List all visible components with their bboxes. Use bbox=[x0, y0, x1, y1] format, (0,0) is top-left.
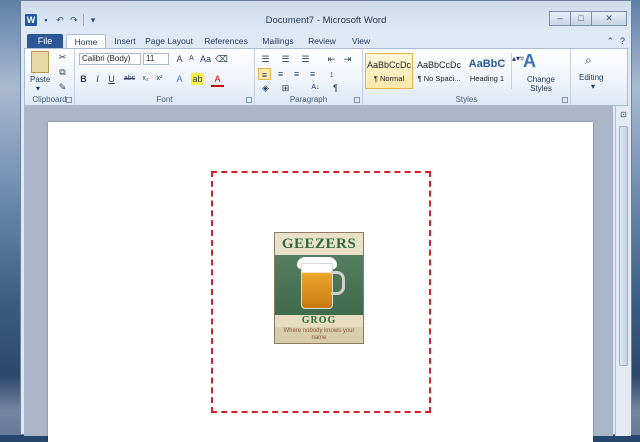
align-left-icon[interactable]: ≡ bbox=[258, 68, 271, 80]
bold-icon[interactable]: B bbox=[77, 73, 90, 85]
minimize-icon[interactable]: – bbox=[549, 11, 571, 26]
close-icon[interactable]: ✕ bbox=[591, 11, 627, 26]
clipboard-group: Paste ▾ ✂ ⧉ ✎ Clipboard bbox=[25, 49, 75, 105]
paste-dropdown-icon[interactable]: ▾ bbox=[36, 84, 40, 93]
format-painter-icon[interactable]: ✎ bbox=[56, 81, 69, 93]
sign-tagline: Where nobody knows your name bbox=[283, 328, 355, 341]
align-right-icon[interactable]: ≡ bbox=[290, 68, 303, 80]
geezers-grog-image[interactable]: GEEZERS GROG Where nobody knows your nam… bbox=[274, 232, 364, 344]
word-window: W ▪ ↶ ↷ ▾ Document7 - Microsoft Word – □… bbox=[20, 0, 632, 442]
ribbon-help-area: ⌃ ? bbox=[606, 36, 625, 47]
editing-dropdown-icon[interactable]: ▾ bbox=[591, 82, 595, 91]
style-name: ¶ No Spaci... bbox=[417, 74, 461, 83]
show-hide-icon[interactable]: ¶ bbox=[329, 82, 342, 94]
strikethrough-icon[interactable]: abc bbox=[123, 73, 136, 85]
styles-group-label: Styles bbox=[455, 95, 478, 104]
styles-launcher-icon[interactable] bbox=[562, 97, 568, 103]
tab-insert[interactable]: Insert bbox=[107, 34, 143, 49]
ribbon: Paste ▾ ✂ ⧉ ✎ Clipboard Calibri (Body) 1… bbox=[24, 48, 628, 106]
numbering-icon[interactable]: ☰ bbox=[279, 53, 292, 65]
tab-view[interactable]: View bbox=[346, 34, 376, 49]
paragraph-group: ☰ ☰ ☰ ⇤ ⇥ ≡ ≡ ≡ ≡ ↕ ◈ ⊞ A↓ ¶ Paragraph bbox=[255, 49, 363, 105]
collapse-ribbon-icon[interactable]: ⌃ bbox=[606, 36, 614, 47]
style-sample: AaBbCcDc bbox=[416, 60, 461, 70]
copy-icon[interactable]: ⧉ bbox=[56, 66, 69, 78]
sign-subtitle: GROG bbox=[275, 315, 363, 327]
binoculars-icon[interactable]: ⌕ bbox=[585, 53, 592, 68]
clear-formatting-icon[interactable]: ⌫ bbox=[215, 53, 228, 65]
tab-home[interactable]: Home bbox=[66, 34, 106, 49]
subscript-icon[interactable]: x₂ bbox=[139, 73, 152, 85]
maximize-icon[interactable]: □ bbox=[570, 11, 592, 26]
justify-icon[interactable]: ≡ bbox=[306, 68, 319, 80]
superscript-icon[interactable]: x² bbox=[153, 73, 166, 85]
vertical-scrollbar[interactable]: ⊡ bbox=[615, 106, 631, 436]
window-controls: – □ ✕ bbox=[549, 11, 627, 26]
editing-group: ⌕ Editing ▾ bbox=[571, 49, 627, 105]
style-sample: AaBbCcDc bbox=[366, 60, 411, 70]
clipboard-launcher-icon[interactable] bbox=[66, 97, 72, 103]
text-effects-icon[interactable]: A bbox=[173, 73, 186, 85]
style-name: Heading 1 bbox=[469, 74, 505, 83]
ribbon-tabs: File Home Insert Page Layout References … bbox=[21, 33, 631, 49]
paste-label[interactable]: Paste bbox=[30, 75, 50, 84]
change-case-icon[interactable]: Aa bbox=[199, 53, 212, 65]
ruler-toggle-icon[interactable]: ⊡ bbox=[619, 110, 628, 119]
document-page[interactable]: GEEZERS GROG Where nobody knows your nam… bbox=[48, 122, 593, 442]
cut-icon[interactable]: ✂ bbox=[56, 51, 69, 63]
underline-icon[interactable]: U bbox=[105, 73, 118, 85]
style-sample: AaBbC bbox=[468, 58, 506, 70]
font-group: Calibri (Body) 11 A A Aa ⌫ B I U abc x₂ … bbox=[75, 49, 255, 105]
borders-icon[interactable]: ⊞ bbox=[279, 82, 292, 94]
tab-file[interactable]: File bbox=[27, 34, 63, 49]
tab-review[interactable]: Review bbox=[304, 34, 340, 49]
increase-indent-icon[interactable]: ⇥ bbox=[341, 53, 354, 65]
italic-icon[interactable]: I bbox=[91, 73, 104, 85]
mug-handle bbox=[331, 271, 345, 295]
paragraph-launcher-icon[interactable] bbox=[354, 97, 360, 103]
scrollbar-thumb[interactable] bbox=[619, 126, 628, 366]
shrink-font-icon[interactable]: A bbox=[185, 53, 198, 65]
style-no-spacing[interactable]: AaBbCcDc ¶ No Spaci... bbox=[415, 53, 463, 89]
window-title: Document7 - Microsoft Word bbox=[265, 15, 387, 26]
align-center-icon[interactable]: ≡ bbox=[274, 68, 287, 80]
style-heading-1[interactable]: AaBbC Heading 1 bbox=[463, 53, 511, 89]
shading-icon[interactable]: ◈ bbox=[259, 82, 272, 94]
paste-icon[interactable] bbox=[31, 51, 49, 73]
style-normal[interactable]: AaBbCcDc ¶ Normal bbox=[365, 53, 413, 89]
paragraph-group-label: Paragraph bbox=[289, 95, 328, 104]
decrease-indent-icon[interactable]: ⇤ bbox=[325, 53, 338, 65]
change-styles-label[interactable]: Change Styles bbox=[521, 75, 561, 93]
editing-label[interactable]: Editing bbox=[579, 73, 603, 82]
sign-title: GEEZERS bbox=[275, 233, 363, 255]
styles-group: AaBbCcDc ¶ Normal AaBbCcDc ¶ No Spaci...… bbox=[363, 49, 571, 105]
tab-mailings[interactable]: Mailings bbox=[258, 34, 298, 49]
font-color-icon[interactable]: A bbox=[211, 73, 224, 87]
highlight-icon[interactable]: ab bbox=[191, 73, 204, 85]
title-bar: W ▪ ↶ ↷ ▾ Document7 - Microsoft Word – □… bbox=[21, 1, 631, 33]
change-styles-icon[interactable]: A bbox=[523, 51, 536, 72]
style-name: ¶ Normal bbox=[373, 74, 405, 83]
font-name-select[interactable]: Calibri (Body) bbox=[79, 53, 141, 65]
beer-mug-icon bbox=[301, 263, 333, 309]
tab-references[interactable]: References bbox=[203, 34, 249, 49]
help-icon[interactable]: ? bbox=[620, 36, 625, 47]
styles-gallery-scroll-icon[interactable]: ▴▾▿ bbox=[511, 53, 524, 89]
document-area: GEEZERS GROG Where nobody knows your nam… bbox=[24, 106, 613, 442]
sort-icon[interactable]: A↓ bbox=[309, 82, 322, 94]
tab-page-layout[interactable]: Page Layout bbox=[145, 34, 193, 49]
font-launcher-icon[interactable] bbox=[246, 97, 252, 103]
font-size-select[interactable]: 11 bbox=[143, 53, 169, 65]
font-group-label: Font bbox=[156, 95, 173, 104]
bullets-icon[interactable]: ☰ bbox=[259, 53, 272, 65]
line-spacing-icon[interactable]: ↕ bbox=[325, 68, 338, 80]
multilevel-list-icon[interactable]: ☰ bbox=[299, 53, 312, 65]
